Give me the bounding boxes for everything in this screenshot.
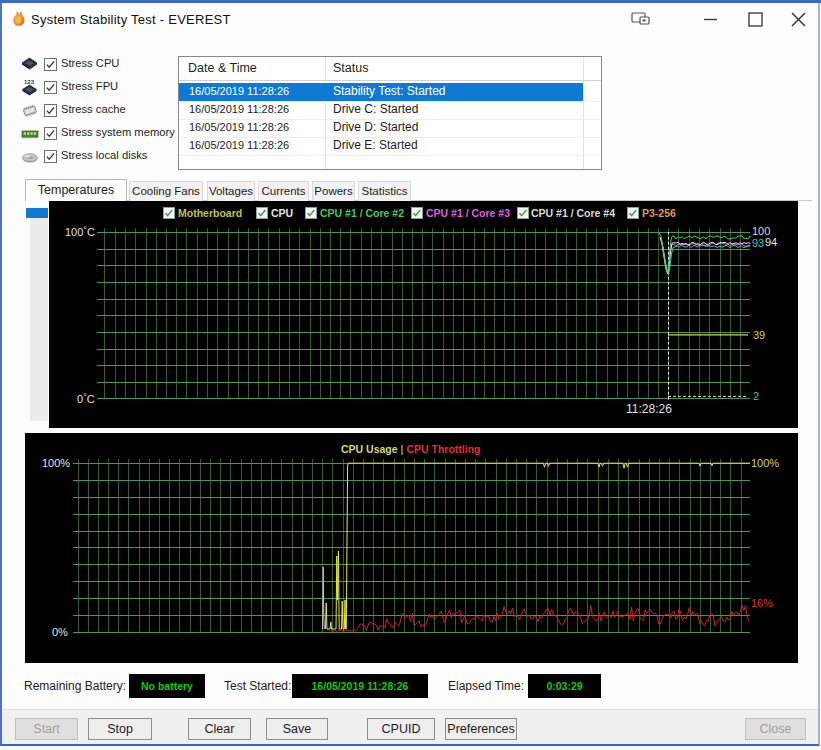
svg-text:123: 123 (24, 79, 35, 85)
